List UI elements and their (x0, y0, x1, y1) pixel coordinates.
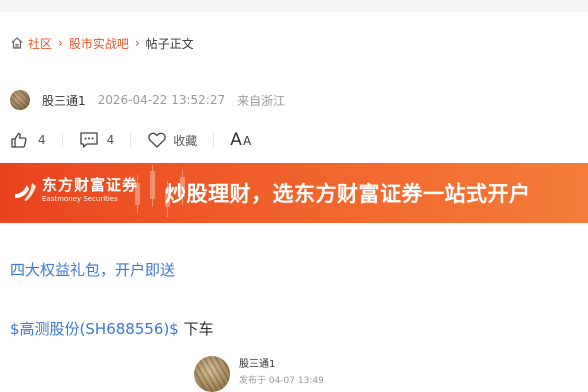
post-body-text: 下车 (178, 320, 214, 338)
breadcrumb: 社区 › 股市实战吧 › 帖子正文 (10, 33, 194, 53)
post-body-line: $高测股份(SH688556)$ 下车 (10, 318, 214, 339)
avatar[interactable] (194, 356, 230, 392)
quoted-author-name[interactable]: 股三通1 (239, 358, 324, 371)
comment-button[interactable]: 4 (79, 131, 115, 149)
breadcrumb-link-forum[interactable]: 股市实战吧 (69, 35, 129, 52)
comment-icon (79, 131, 99, 149)
favorite-label: 收藏 (173, 133, 198, 148)
post-location: 来自浙江 (237, 93, 286, 108)
promo-link[interactable]: 四大权益礼包，开户即送 (10, 259, 175, 280)
divider (130, 132, 132, 148)
ad-banner[interactable]: 东方财富证券 Eastmoney Securities 炒股理财，选东方财富证券… (0, 163, 588, 223)
brand-name-cn: 东方财富证券 (42, 176, 139, 194)
top-strip (0, 0, 588, 12)
thumbs-up-icon (10, 131, 28, 149)
font-size-small-label: A (242, 134, 252, 148)
divider (213, 132, 215, 148)
author-name[interactable]: 股三通1 (42, 92, 86, 109)
stock-link[interactable]: $高测股份(SH688556)$ (10, 320, 179, 338)
font-size-button[interactable]: AA (230, 130, 251, 150)
chevron-right-icon: › (58, 36, 63, 50)
action-bar: 4 4 收藏 AA (10, 129, 251, 151)
like-count: 4 (38, 133, 46, 147)
comment-count: 4 (106, 133, 115, 147)
font-size-large-label: A (230, 130, 242, 150)
like-button[interactable]: 4 (10, 131, 46, 149)
breadcrumb-current: 帖子正文 (145, 36, 194, 51)
brand-name-en: Eastmoney Securities (42, 195, 118, 203)
eastmoney-logo: 东方财富证券 Eastmoney Securities (14, 177, 138, 204)
quoted-post-time: 发布于 04-07 13:49 (239, 376, 324, 386)
logo-icon (14, 180, 38, 202)
heart-icon (147, 131, 167, 149)
avatar[interactable] (10, 90, 30, 110)
favorite-button[interactable]: 收藏 (147, 131, 197, 149)
home-icon[interactable] (10, 36, 24, 50)
author-row: 股三通1 2026-04-22 13:52:27 来自浙江 (10, 89, 285, 111)
breadcrumb-link-community[interactable]: 社区 (28, 35, 52, 52)
divider (61, 132, 63, 148)
post-time: 2026-04-22 13:52:27 (97, 93, 226, 107)
quoted-post-card[interactable]: 股三通1 发布于 04-07 13:49 (194, 356, 324, 392)
banner-slogan: 炒股理财，选东方财富证券一站式开户 (165, 182, 531, 206)
chevron-right-icon: › (134, 36, 140, 50)
